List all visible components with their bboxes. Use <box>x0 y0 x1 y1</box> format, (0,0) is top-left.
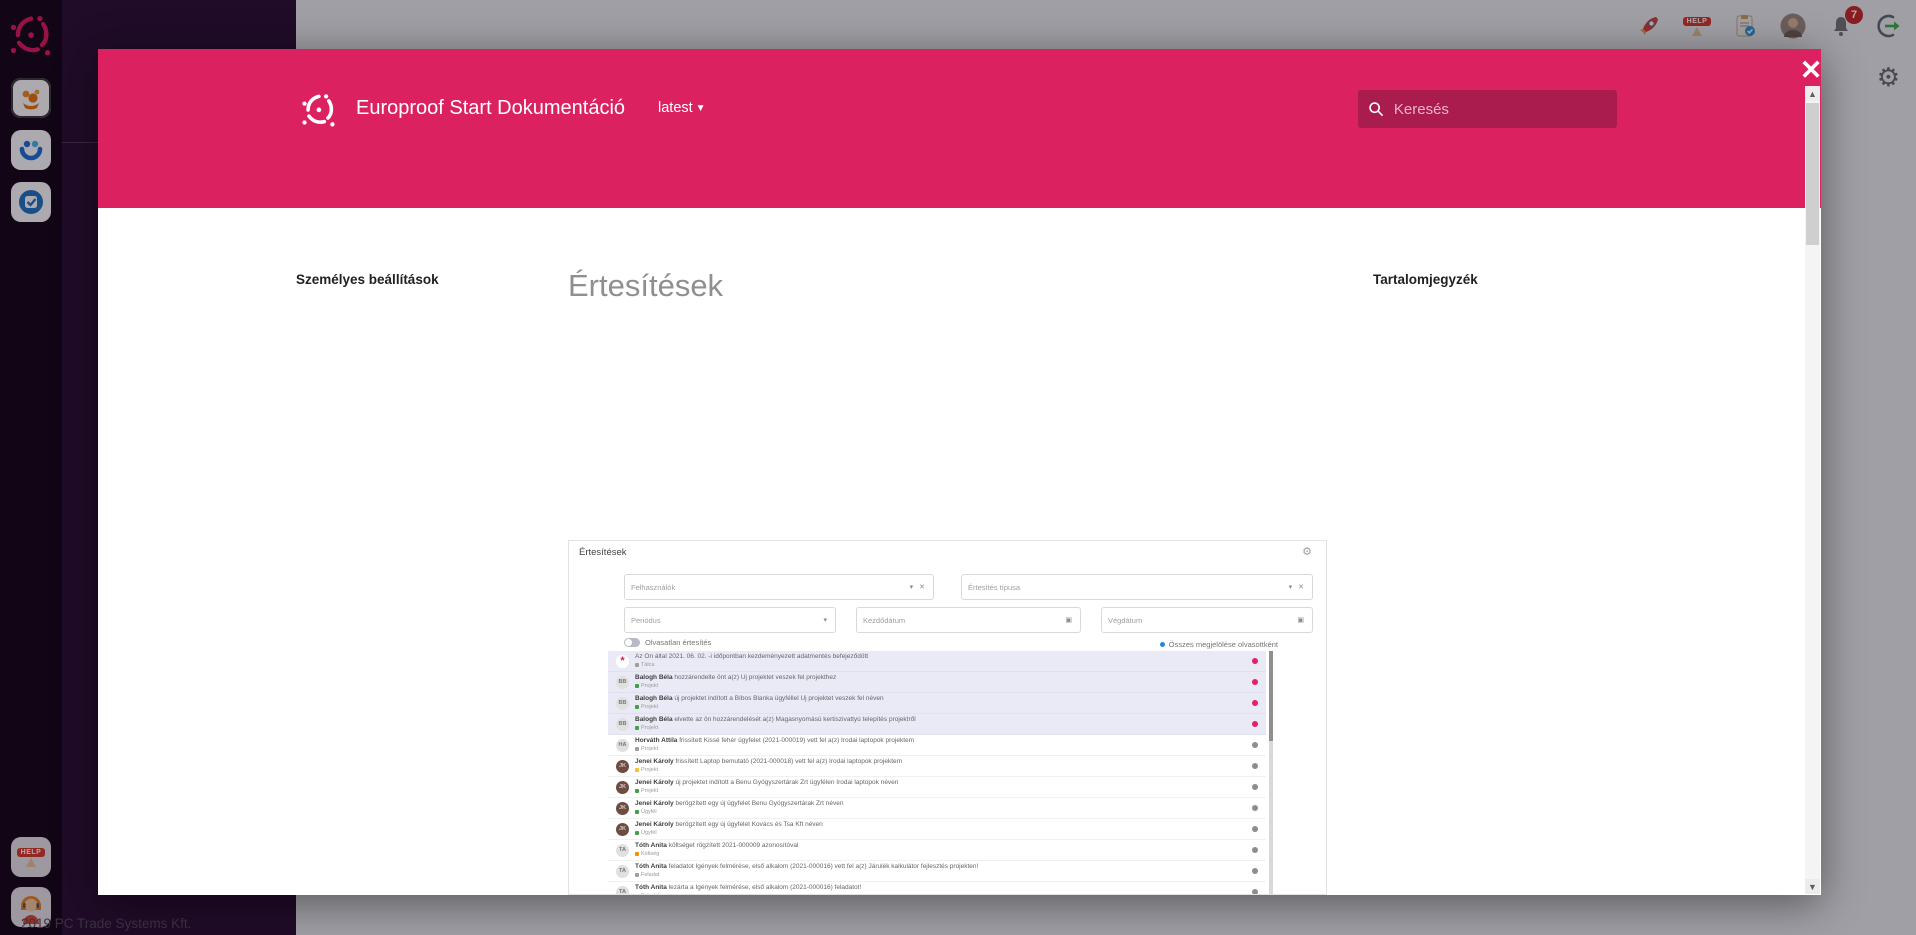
read-state-dot <box>1252 721 1258 727</box>
docs-title: Europroof Start Dokumentáció <box>356 97 625 120</box>
notification-row: TA Tóth Anita lezárta a Igények felmérés… <box>608 882 1266 895</box>
notification-row: * Az Ön által 2021. 06. 02. -i időpontba… <box>608 651 1266 672</box>
row-avatar: JK <box>616 823 629 836</box>
row-avatar: BB <box>616 718 629 731</box>
shot-scrollbar <box>1269 651 1273 894</box>
scroll-down-icon[interactable]: ▼ <box>1805 879 1820 894</box>
shot-filter-startdate: Kezdődátum▣ <box>856 607 1081 633</box>
row-avatar: TA <box>616 886 629 896</box>
notification-row: BB Balogh Béla elvette az ön hozzárendel… <box>608 714 1266 735</box>
tag-icon <box>635 768 639 772</box>
notification-row: HA Horváth Attila frissített Kissé fehér… <box>608 735 1266 756</box>
close-icon[interactable]: ✕ <box>1794 53 1828 87</box>
read-state-dot <box>1252 763 1258 769</box>
notification-row: JK Jenei Károly berögzített egy új ügyfe… <box>608 819 1266 840</box>
notification-row: TA Tóth Anita költséget rögzített 2021-0… <box>608 840 1266 861</box>
tag-icon <box>635 852 639 856</box>
calendar-icon: ▣ <box>1297 616 1306 624</box>
modal-header: Europroof Start Dokumentáció latest▼ ✕ <box>98 49 1821 208</box>
read-state-dot <box>1252 826 1258 832</box>
tag-icon <box>635 810 639 814</box>
notification-row: JK Jenei Károly új projektet indított a … <box>608 777 1266 798</box>
row-avatar: JK <box>616 760 629 773</box>
docs-article: Értesítések <box>568 249 1330 330</box>
search-icon <box>1368 100 1384 118</box>
documentation-modal: Europroof Start Dokumentáció latest▼ ✕ S… <box>98 49 1821 895</box>
dropdown-clear-icons: ▾ ✕ <box>1289 583 1306 591</box>
chevron-down-icon: ▼ <box>696 103 706 114</box>
toc-heading: Tartalomjegyzék <box>1373 265 1618 295</box>
notification-row: TA Tóth Anita feladatot Igények felmérés… <box>608 861 1266 882</box>
row-avatar: * <box>616 655 629 668</box>
scrollbar-thumb[interactable] <box>1806 103 1819 245</box>
shot-notification-list: * Az Ön által 2021. 06. 02. -i időpontba… <box>608 651 1266 895</box>
toggle-icon <box>624 638 640 647</box>
docs-sidenav: Személyes beállítások <box>296 265 526 295</box>
notification-row: JK Jenei Károly frissített Laptop bemuta… <box>608 756 1266 777</box>
read-state-dot <box>1252 805 1258 811</box>
row-avatar: TA <box>616 844 629 857</box>
shot-filter-enddate: Végdátum▣ <box>1101 607 1313 633</box>
read-state-dot <box>1252 742 1258 748</box>
row-avatar: JK <box>616 802 629 815</box>
blue-dot-icon <box>1160 642 1165 647</box>
notification-row: BB Balogh Béla hozzárendelte önt a(z) Új… <box>608 672 1266 693</box>
notification-row: BB Balogh Béla új projektet indított a B… <box>608 693 1266 714</box>
version-dropdown[interactable]: latest▼ <box>658 100 706 116</box>
shot-filter-users: Felhasználók▾ ✕ <box>624 574 934 600</box>
read-state-dot <box>1252 679 1258 685</box>
tag-icon <box>635 747 639 751</box>
notification-row: JK Jenei Károly berögzített egy új ügyfe… <box>608 798 1266 819</box>
search-box[interactable] <box>1358 90 1617 128</box>
notifications-screenshot: Értesítések ⚙ Felhasználók▾ ✕ Értesítés … <box>568 540 1327 895</box>
read-state-dot <box>1252 700 1258 706</box>
scroll-up-icon[interactable]: ▲ <box>1805 86 1820 101</box>
tag-icon <box>635 894 639 895</box>
search-input[interactable] <box>1392 100 1607 119</box>
tag-icon <box>635 705 639 709</box>
dropdown-clear-icons: ▾ ✕ <box>910 583 927 591</box>
tag-icon <box>635 831 639 835</box>
tag-icon <box>635 684 639 688</box>
europroof-logo-icon <box>300 91 336 127</box>
row-avatar: BB <box>616 697 629 710</box>
shot-unread-toggle: Olvasatlan értesítés <box>624 638 711 647</box>
shot-filter-type: Értesítés típusa▾ ✕ <box>961 574 1313 600</box>
row-avatar: JK <box>616 781 629 794</box>
version-label: latest <box>658 100 693 116</box>
row-avatar: HA <box>616 739 629 752</box>
modal-scrollbar[interactable]: ▲ ▼ <box>1805 86 1820 894</box>
article-heading: Értesítések <box>568 267 1330 304</box>
read-state-dot <box>1252 889 1258 895</box>
read-state-dot <box>1252 847 1258 853</box>
read-state-dot <box>1252 784 1258 790</box>
shot-title: Értesítések <box>579 547 627 558</box>
row-avatar: BB <box>616 676 629 689</box>
row-avatar: TA <box>616 865 629 878</box>
shot-mark-all: Összes megjelölése olvasottként <box>1160 640 1278 649</box>
read-state-dot <box>1252 868 1258 874</box>
table-of-contents: Tartalomjegyzék <box>1373 265 1618 295</box>
shot-gear-icon: ⚙ <box>1302 545 1312 558</box>
shot-filter-period: Periódus▾ <box>624 607 836 633</box>
tag-icon <box>635 726 639 730</box>
tag-icon <box>635 789 639 793</box>
tag-icon <box>635 663 639 667</box>
calendar-icon: ▣ <box>1065 616 1074 624</box>
read-state-dot <box>1252 658 1258 664</box>
dropdown-icon: ▾ <box>823 616 829 624</box>
tag-icon <box>635 873 639 877</box>
sidenav-heading: Személyes beállítások <box>296 265 526 295</box>
